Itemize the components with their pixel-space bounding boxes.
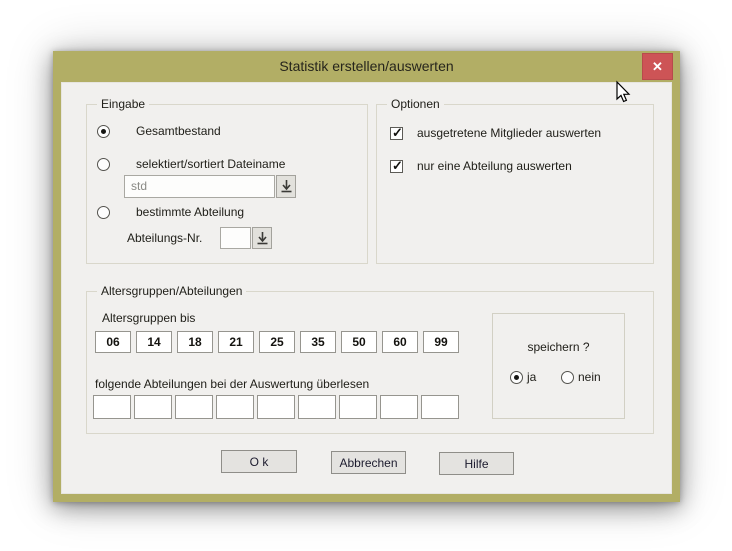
age-limit-input[interactable]: 21 <box>218 331 254 353</box>
radio-speichern-nein[interactable]: nein <box>561 370 601 384</box>
download-arrow-icon <box>256 231 269 246</box>
age-limit-input[interactable]: 35 <box>300 331 336 353</box>
group-altersgruppen-label: Altersgruppen/Abteilungen <box>97 284 246 299</box>
group-optionen: Optionen ✓ ausgetretene Mitglieder auswe… <box>376 104 654 264</box>
help-button[interactable]: Hilfe <box>439 452 514 475</box>
skip-dept-input[interactable] <box>216 395 254 419</box>
dialog-title: Statistik erstellen/auswerten <box>279 58 453 74</box>
radio-icon-abteilung[interactable] <box>97 206 110 219</box>
radio-abteilung-label: bestimmte Abteilung <box>136 205 244 219</box>
skip-dept-input[interactable] <box>298 395 336 419</box>
radio-selektiert[interactable]: selektiert/sortiert Dateiname <box>97 157 285 171</box>
group-eingabe: Eingabe Gesamtbestand selektiert/sortier… <box>86 104 368 264</box>
radio-speichern-ja[interactable]: ja <box>510 370 536 384</box>
skip-dept-input[interactable] <box>421 395 459 419</box>
radio-gesamtbestand-label: Gesamtbestand <box>136 124 221 138</box>
checkbox-ausgetretene[interactable]: ✓ ausgetretene Mitglieder auswerten <box>390 126 601 140</box>
close-icon: ✕ <box>652 59 663 74</box>
age-limit-input[interactable]: 99 <box>423 331 459 353</box>
age-limit-input[interactable]: 50 <box>341 331 377 353</box>
dialog-content: Eingabe Gesamtbestand selektiert/sortier… <box>61 82 672 494</box>
radio-icon-nein[interactable] <box>561 371 574 384</box>
age-limit-input[interactable]: 14 <box>136 331 172 353</box>
age-limit-input[interactable]: 18 <box>177 331 213 353</box>
checkbox-icon-checked[interactable]: ✓ <box>390 127 403 140</box>
age-limit-input[interactable]: 60 <box>382 331 418 353</box>
statistik-dialog: Statistik erstellen/auswerten ✕ Eingabe … <box>53 51 680 502</box>
download-arrow-icon <box>280 179 293 194</box>
skip-dept-input[interactable] <box>175 395 213 419</box>
dateiname-input[interactable]: std <box>124 175 275 198</box>
age-limit-input[interactable]: 06 <box>95 331 131 353</box>
skip-dept-input[interactable] <box>339 395 377 419</box>
speichern-label: speichern ? <box>493 340 624 354</box>
group-optionen-label: Optionen <box>387 97 444 112</box>
checkbox-nur-eine-abteilung[interactable]: ✓ nur eine Abteilung auswerten <box>390 159 572 173</box>
age-limit-input[interactable]: 25 <box>259 331 295 353</box>
radio-selektiert-label: selektiert/sortiert Dateiname <box>136 157 285 171</box>
skip-dept-input[interactable] <box>93 395 131 419</box>
abteilung-picker-button[interactable] <box>252 227 272 249</box>
speichern-box: speichern ? ja nein <box>492 313 625 419</box>
titlebar[interactable]: Statistik erstellen/auswerten <box>53 51 680 82</box>
radio-icon-ja[interactable] <box>510 371 523 384</box>
dateiname-picker-button[interactable] <box>276 175 296 198</box>
altersgruppen-bis-label: Altersgruppen bis <box>102 311 195 325</box>
group-altersgruppen: Altersgruppen/Abteilungen Altersgruppen … <box>86 291 654 434</box>
radio-nein-label: nein <box>578 370 601 384</box>
ueberlesen-label: folgende Abteilungen bei der Auswertung … <box>95 377 369 391</box>
checkbox-nur-eine-abteilung-label: nur eine Abteilung auswerten <box>417 159 572 173</box>
group-eingabe-label: Eingabe <box>97 97 149 112</box>
radio-gesamtbestand[interactable]: Gesamtbestand <box>97 124 221 138</box>
close-button[interactable]: ✕ <box>642 53 673 80</box>
skip-dept-input[interactable] <box>257 395 295 419</box>
checkbox-ausgetretene-label: ausgetretene Mitglieder auswerten <box>417 126 601 140</box>
skip-dept-input[interactable] <box>380 395 418 419</box>
ueberlesen-row <box>93 395 459 419</box>
radio-abteilung[interactable]: bestimmte Abteilung <box>97 205 244 219</box>
radio-icon-selektiert[interactable] <box>97 158 110 171</box>
skip-dept-input[interactable] <box>134 395 172 419</box>
abteilungs-nr-label: Abteilungs-Nr. <box>127 231 202 245</box>
cancel-button[interactable]: Abbrechen <box>331 451 406 474</box>
altersgruppen-bis-row: 06 14 18 21 25 35 50 60 99 <box>95 331 459 353</box>
radio-ja-label: ja <box>527 370 536 384</box>
check-icon: ✓ <box>391 125 404 140</box>
check-icon: ✓ <box>391 158 404 173</box>
ok-button[interactable]: O k <box>221 450 297 473</box>
checkbox-icon-checked[interactable]: ✓ <box>390 160 403 173</box>
abteilungs-nr-input[interactable] <box>220 227 251 249</box>
radio-icon-gesamtbestand[interactable] <box>97 125 110 138</box>
